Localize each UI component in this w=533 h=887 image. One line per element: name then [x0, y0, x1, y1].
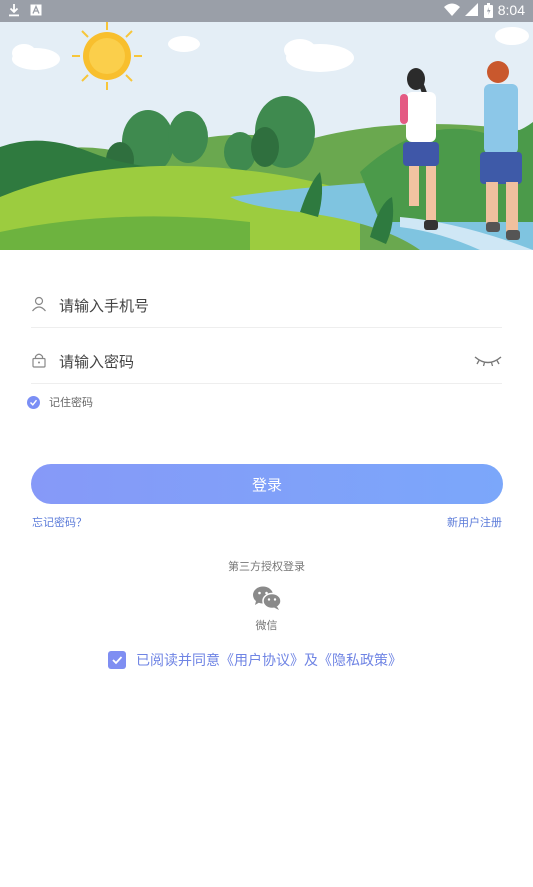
status-left [8, 3, 42, 17]
forgot-password-link[interactable]: 忘记密码？ [32, 514, 87, 530]
wechat-icon[interactable] [252, 585, 282, 611]
signal-icon [464, 3, 478, 16]
a-icon [30, 4, 42, 16]
check-icon [30, 399, 38, 406]
third-party-title: 第三方授权登录 [228, 560, 305, 573]
password-field [31, 344, 502, 384]
privacy-policy-link[interactable]: 《隐私政策》 [318, 653, 402, 669]
password-input[interactable] [59, 348, 459, 376]
eye-closed-icon[interactable] [474, 354, 502, 368]
wechat-label: 微信 [255, 619, 278, 632]
agreement-text: 已阅读并同意《用户协议》及《隐私政策》 [136, 650, 402, 670]
phone-input[interactable] [59, 292, 459, 320]
status-bar: 8:04 [0, 0, 533, 22]
login-button[interactable]: 登录 [31, 464, 503, 504]
download-icon [9, 4, 19, 17]
remember-password[interactable]: 记住密码 [27, 394, 93, 410]
battery-icon [483, 2, 493, 18]
agreement-prefix: 已阅读并同意 [136, 653, 220, 669]
agreement-connector: 及 [304, 653, 318, 669]
status-right: 8:04 [443, 2, 525, 18]
agreement-checkbox[interactable] [108, 651, 126, 669]
user-agreement-link[interactable]: 《用户协议》 [220, 653, 304, 669]
banner-illustration [0, 22, 533, 250]
wifi-icon [443, 3, 460, 16]
status-time: 8:04 [497, 2, 525, 18]
lock-icon [32, 353, 46, 368]
phone-field [31, 288, 502, 328]
user-icon [32, 296, 46, 312]
banner-carousel[interactable] [0, 22, 533, 250]
remember-label: 记住密码 [49, 396, 93, 409]
remember-checkbox[interactable] [27, 395, 40, 409]
agreement-row: 已阅读并同意《用户协议》及《隐私政策》 [108, 650, 402, 670]
check-icon [112, 656, 123, 665]
register-link[interactable]: 新用户注册 [447, 514, 502, 530]
